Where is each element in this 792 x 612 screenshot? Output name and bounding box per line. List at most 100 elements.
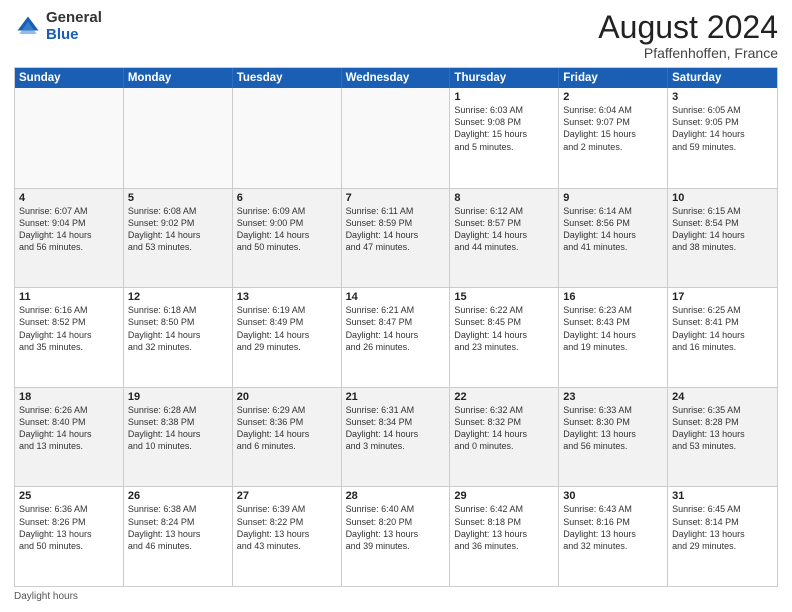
cal-cell: 13Sunrise: 6:19 AM Sunset: 8:49 PM Dayli… bbox=[233, 288, 342, 387]
location-label: Pfaffenhoffen, France bbox=[598, 45, 778, 61]
cal-cell: 23Sunrise: 6:33 AM Sunset: 8:30 PM Dayli… bbox=[559, 388, 668, 487]
cell-text: Sunrise: 6:12 AM Sunset: 8:57 PM Dayligh… bbox=[454, 205, 554, 254]
cell-text: Sunrise: 6:21 AM Sunset: 8:47 PM Dayligh… bbox=[346, 304, 446, 353]
cal-cell: 31Sunrise: 6:45 AM Sunset: 8:14 PM Dayli… bbox=[668, 487, 777, 586]
cal-row: 1Sunrise: 6:03 AM Sunset: 9:08 PM Daylig… bbox=[15, 88, 777, 188]
day-number: 16 bbox=[563, 291, 663, 303]
day-number: 21 bbox=[346, 391, 446, 403]
cal-cell: 26Sunrise: 6:38 AM Sunset: 8:24 PM Dayli… bbox=[124, 487, 233, 586]
header-day-friday: Friday bbox=[559, 68, 668, 88]
day-number: 11 bbox=[19, 291, 119, 303]
header-day-saturday: Saturday bbox=[668, 68, 777, 88]
day-number: 7 bbox=[346, 192, 446, 204]
cal-cell: 29Sunrise: 6:42 AM Sunset: 8:18 PM Dayli… bbox=[450, 487, 559, 586]
calendar: SundayMondayTuesdayWednesdayThursdayFrid… bbox=[14, 67, 778, 587]
day-number: 10 bbox=[672, 192, 773, 204]
cell-text: Sunrise: 6:43 AM Sunset: 8:16 PM Dayligh… bbox=[563, 503, 663, 552]
logo-general-label: General bbox=[46, 10, 102, 27]
cal-cell: 19Sunrise: 6:28 AM Sunset: 8:38 PM Dayli… bbox=[124, 388, 233, 487]
day-number: 24 bbox=[672, 391, 773, 403]
cell-text: Sunrise: 6:05 AM Sunset: 9:05 PM Dayligh… bbox=[672, 104, 773, 153]
cell-text: Sunrise: 6:36 AM Sunset: 8:26 PM Dayligh… bbox=[19, 503, 119, 552]
cell-text: Sunrise: 6:40 AM Sunset: 8:20 PM Dayligh… bbox=[346, 503, 446, 552]
cell-text: Sunrise: 6:19 AM Sunset: 8:49 PM Dayligh… bbox=[237, 304, 337, 353]
header-day-thursday: Thursday bbox=[450, 68, 559, 88]
cal-cell: 24Sunrise: 6:35 AM Sunset: 8:28 PM Dayli… bbox=[668, 388, 777, 487]
cell-text: Sunrise: 6:35 AM Sunset: 8:28 PM Dayligh… bbox=[672, 404, 773, 453]
month-year-title: August 2024 bbox=[598, 10, 778, 45]
top-section: General Blue August 2024 Pfaffenhoffen, … bbox=[14, 10, 778, 61]
day-number: 18 bbox=[19, 391, 119, 403]
day-number: 19 bbox=[128, 391, 228, 403]
cell-text: Sunrise: 6:07 AM Sunset: 9:04 PM Dayligh… bbox=[19, 205, 119, 254]
logo: General Blue bbox=[14, 10, 102, 43]
cal-cell: 5Sunrise: 6:08 AM Sunset: 9:02 PM Daylig… bbox=[124, 189, 233, 288]
page: General Blue August 2024 Pfaffenhoffen, … bbox=[0, 0, 792, 612]
day-number: 5 bbox=[128, 192, 228, 204]
logo-icon bbox=[14, 13, 42, 41]
cell-text: Sunrise: 6:23 AM Sunset: 8:43 PM Dayligh… bbox=[563, 304, 663, 353]
cell-text: Sunrise: 6:22 AM Sunset: 8:45 PM Dayligh… bbox=[454, 304, 554, 353]
cell-text: Sunrise: 6:42 AM Sunset: 8:18 PM Dayligh… bbox=[454, 503, 554, 552]
day-number: 6 bbox=[237, 192, 337, 204]
cell-text: Sunrise: 6:45 AM Sunset: 8:14 PM Dayligh… bbox=[672, 503, 773, 552]
cal-cell: 20Sunrise: 6:29 AM Sunset: 8:36 PM Dayli… bbox=[233, 388, 342, 487]
cal-cell: 9Sunrise: 6:14 AM Sunset: 8:56 PM Daylig… bbox=[559, 189, 668, 288]
header-day-tuesday: Tuesday bbox=[233, 68, 342, 88]
cell-text: Sunrise: 6:08 AM Sunset: 9:02 PM Dayligh… bbox=[128, 205, 228, 254]
cell-text: Sunrise: 6:31 AM Sunset: 8:34 PM Dayligh… bbox=[346, 404, 446, 453]
cell-text: Sunrise: 6:32 AM Sunset: 8:32 PM Dayligh… bbox=[454, 404, 554, 453]
cal-row: 25Sunrise: 6:36 AM Sunset: 8:26 PM Dayli… bbox=[15, 486, 777, 586]
cal-cell: 10Sunrise: 6:15 AM Sunset: 8:54 PM Dayli… bbox=[668, 189, 777, 288]
cal-cell: 11Sunrise: 6:16 AM Sunset: 8:52 PM Dayli… bbox=[15, 288, 124, 387]
cal-cell: 12Sunrise: 6:18 AM Sunset: 8:50 PM Dayli… bbox=[124, 288, 233, 387]
day-number: 13 bbox=[237, 291, 337, 303]
cell-text: Sunrise: 6:26 AM Sunset: 8:40 PM Dayligh… bbox=[19, 404, 119, 453]
cell-text: Sunrise: 6:29 AM Sunset: 8:36 PM Dayligh… bbox=[237, 404, 337, 453]
day-number: 23 bbox=[563, 391, 663, 403]
day-number: 9 bbox=[563, 192, 663, 204]
cell-text: Sunrise: 6:15 AM Sunset: 8:54 PM Dayligh… bbox=[672, 205, 773, 254]
cal-cell: 28Sunrise: 6:40 AM Sunset: 8:20 PM Dayli… bbox=[342, 487, 451, 586]
day-number: 2 bbox=[563, 91, 663, 103]
cal-cell: 27Sunrise: 6:39 AM Sunset: 8:22 PM Dayli… bbox=[233, 487, 342, 586]
cell-text: Sunrise: 6:11 AM Sunset: 8:59 PM Dayligh… bbox=[346, 205, 446, 254]
cal-cell: 3Sunrise: 6:05 AM Sunset: 9:05 PM Daylig… bbox=[668, 88, 777, 188]
day-number: 25 bbox=[19, 490, 119, 502]
day-number: 22 bbox=[454, 391, 554, 403]
cal-cell: 21Sunrise: 6:31 AM Sunset: 8:34 PM Dayli… bbox=[342, 388, 451, 487]
cell-text: Sunrise: 6:09 AM Sunset: 9:00 PM Dayligh… bbox=[237, 205, 337, 254]
calendar-header: SundayMondayTuesdayWednesdayThursdayFrid… bbox=[15, 68, 777, 88]
header-day-monday: Monday bbox=[124, 68, 233, 88]
calendar-body: 1Sunrise: 6:03 AM Sunset: 9:08 PM Daylig… bbox=[15, 88, 777, 586]
cal-row: 18Sunrise: 6:26 AM Sunset: 8:40 PM Dayli… bbox=[15, 387, 777, 487]
cal-cell bbox=[15, 88, 124, 188]
day-number: 3 bbox=[672, 91, 773, 103]
cell-text: Sunrise: 6:14 AM Sunset: 8:56 PM Dayligh… bbox=[563, 205, 663, 254]
title-section: August 2024 Pfaffenhoffen, France bbox=[598, 10, 778, 61]
cell-text: Sunrise: 6:39 AM Sunset: 8:22 PM Dayligh… bbox=[237, 503, 337, 552]
footer-note: Daylight hours bbox=[14, 591, 778, 602]
cal-cell: 30Sunrise: 6:43 AM Sunset: 8:16 PM Dayli… bbox=[559, 487, 668, 586]
cal-row: 11Sunrise: 6:16 AM Sunset: 8:52 PM Dayli… bbox=[15, 287, 777, 387]
cal-cell bbox=[124, 88, 233, 188]
logo-blue-label: Blue bbox=[46, 27, 102, 44]
day-number: 1 bbox=[454, 91, 554, 103]
cell-text: Sunrise: 6:25 AM Sunset: 8:41 PM Dayligh… bbox=[672, 304, 773, 353]
logo-text: General Blue bbox=[46, 10, 102, 43]
day-number: 14 bbox=[346, 291, 446, 303]
day-number: 8 bbox=[454, 192, 554, 204]
cal-cell: 2Sunrise: 6:04 AM Sunset: 9:07 PM Daylig… bbox=[559, 88, 668, 188]
cell-text: Sunrise: 6:04 AM Sunset: 9:07 PM Dayligh… bbox=[563, 104, 663, 153]
cal-cell: 4Sunrise: 6:07 AM Sunset: 9:04 PM Daylig… bbox=[15, 189, 124, 288]
header-day-sunday: Sunday bbox=[15, 68, 124, 88]
day-number: 30 bbox=[563, 490, 663, 502]
cal-cell: 7Sunrise: 6:11 AM Sunset: 8:59 PM Daylig… bbox=[342, 189, 451, 288]
cal-row: 4Sunrise: 6:07 AM Sunset: 9:04 PM Daylig… bbox=[15, 188, 777, 288]
day-number: 27 bbox=[237, 490, 337, 502]
cal-cell: 17Sunrise: 6:25 AM Sunset: 8:41 PM Dayli… bbox=[668, 288, 777, 387]
cell-text: Sunrise: 6:38 AM Sunset: 8:24 PM Dayligh… bbox=[128, 503, 228, 552]
cal-cell: 8Sunrise: 6:12 AM Sunset: 8:57 PM Daylig… bbox=[450, 189, 559, 288]
day-number: 31 bbox=[672, 490, 773, 502]
cell-text: Sunrise: 6:28 AM Sunset: 8:38 PM Dayligh… bbox=[128, 404, 228, 453]
